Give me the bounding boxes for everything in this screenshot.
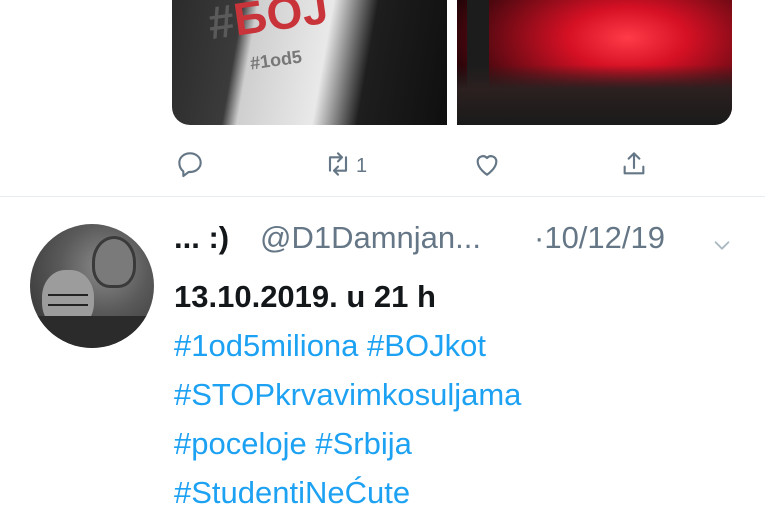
hashtag-link[interactable]: #STOPkrvavimkosuljama	[174, 377, 521, 412]
retweet-count: 1	[356, 155, 368, 177]
share-icon	[618, 148, 650, 185]
media-grid: #БОЈ #1od5	[172, 0, 732, 125]
hashtag-line: #STOPkrvavimkosuljama	[174, 370, 754, 419]
avatar-background	[30, 316, 154, 348]
avatar-person	[92, 236, 136, 288]
hashtag-line: #poceloje #Srbija	[174, 419, 754, 468]
tweet-text: 13.10.2019. u 21 h #1od5miliona #BOJkot …	[174, 272, 754, 517]
hashtag-link[interactable]: #BOJkot	[367, 328, 486, 363]
sign-text: #БОЈ	[204, 0, 332, 50]
hashtag-link[interactable]: #Srbija	[315, 426, 412, 461]
reply-icon	[174, 148, 206, 185]
avatar[interactable]	[30, 224, 154, 348]
tweet-action-bar: 1	[0, 140, 765, 190]
photo-crowd	[457, 65, 732, 125]
retweet-button[interactable]: 1	[322, 148, 367, 185]
tweet-date[interactable]: ·10/12/19	[534, 220, 665, 256]
share-button[interactable]	[618, 148, 650, 185]
tweet-header: ... :) @D1Damnjan... ·10/12/19	[174, 218, 734, 262]
hashtag-line: #1od5miliona #BOJkot	[174, 321, 754, 370]
sign-small-text: #1od5	[248, 46, 304, 74]
hashtag-link[interactable]: #1od5miliona	[174, 328, 358, 363]
retweet-icon	[322, 148, 354, 185]
reply-button[interactable]	[174, 148, 206, 185]
media-photo-crowd-night[interactable]	[457, 0, 732, 125]
user-handle[interactable]: @D1Damnjan...	[260, 220, 481, 256]
hashtag-link[interactable]: #StudentiNeĆute	[174, 475, 410, 510]
like-button[interactable]	[471, 148, 503, 185]
hashtag-link[interactable]: #poceloje	[174, 426, 307, 461]
media-photo-protest-sign[interactable]: #БОЈ #1od5	[172, 0, 447, 125]
heart-icon	[471, 148, 503, 185]
avatar-glasses	[48, 294, 88, 306]
chevron-down-icon[interactable]	[711, 228, 733, 250]
display-name[interactable]: ... :)	[174, 220, 229, 256]
tweet-line: 13.10.2019. u 21 h	[174, 279, 436, 314]
tweet-divider	[0, 196, 765, 197]
